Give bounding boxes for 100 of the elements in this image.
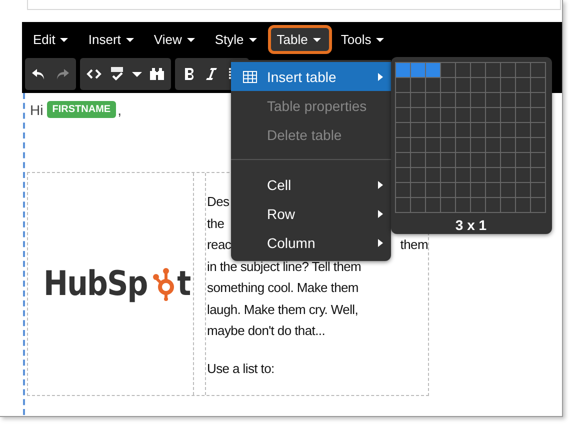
grid-cell[interactable] xyxy=(531,168,545,182)
grid-cell[interactable] xyxy=(441,183,455,197)
menu-item[interactable]: View xyxy=(144,25,206,54)
grid-cell[interactable] xyxy=(501,183,515,197)
grid-cell[interactable] xyxy=(486,138,500,152)
grid-cell[interactable] xyxy=(396,108,410,122)
grid-cell[interactable] xyxy=(411,93,425,107)
grid-cell[interactable] xyxy=(456,108,470,122)
grid-cell[interactable] xyxy=(516,153,530,167)
grid-cell[interactable] xyxy=(471,168,485,182)
grid-cell[interactable] xyxy=(426,153,440,167)
grid-cell[interactable] xyxy=(426,108,440,122)
grid-cell[interactable] xyxy=(396,198,410,212)
grid-cell[interactable] xyxy=(441,138,455,152)
grid-cell[interactable] xyxy=(516,63,530,77)
grid-cell[interactable] xyxy=(471,183,485,197)
grid-cell[interactable] xyxy=(456,153,470,167)
grid-cell[interactable] xyxy=(441,153,455,167)
grid-cell[interactable] xyxy=(531,63,545,77)
grid-cell[interactable] xyxy=(516,168,530,182)
grid-cell[interactable] xyxy=(531,198,545,212)
grid-cell[interactable] xyxy=(411,108,425,122)
grid-cell[interactable] xyxy=(456,63,470,77)
grid-cell[interactable] xyxy=(396,138,410,152)
italic-icon[interactable] xyxy=(204,66,220,82)
grid-cell[interactable] xyxy=(531,123,545,137)
grid-cell[interactable] xyxy=(531,183,545,197)
grid-cell[interactable] xyxy=(471,78,485,92)
grid-cell[interactable] xyxy=(501,63,515,77)
grid-cell[interactable] xyxy=(396,93,410,107)
grid-cell[interactable] xyxy=(486,153,500,167)
grid-cell[interactable] xyxy=(501,108,515,122)
grid-cell[interactable] xyxy=(411,138,425,152)
menu-item[interactable]: Style xyxy=(206,25,268,54)
grid-cell[interactable] xyxy=(456,78,470,92)
grid-cell[interactable] xyxy=(516,198,530,212)
grid-cell[interactable] xyxy=(501,123,515,137)
grid-cell[interactable] xyxy=(516,108,530,122)
grid-cell[interactable] xyxy=(441,168,455,182)
grid-cell[interactable] xyxy=(486,63,500,77)
grid-cell[interactable] xyxy=(411,63,425,77)
grid-cell[interactable] xyxy=(396,183,410,197)
spellcheck-icon[interactable] xyxy=(109,66,125,82)
grid-cell[interactable] xyxy=(411,123,425,137)
grid-cell[interactable] xyxy=(471,153,485,167)
grid-cell[interactable] xyxy=(486,108,500,122)
grid-cell[interactable] xyxy=(456,93,470,107)
grid-cell[interactable] xyxy=(501,93,515,107)
menu-item[interactable]: Insert table xyxy=(231,62,391,91)
menu-item[interactable]: Tools xyxy=(332,25,396,54)
grid-cell[interactable] xyxy=(501,153,515,167)
grid-cell[interactable] xyxy=(396,78,410,92)
grid-cell[interactable] xyxy=(501,168,515,182)
grid-cell[interactable] xyxy=(441,93,455,107)
grid-cell[interactable] xyxy=(501,78,515,92)
undo-icon[interactable] xyxy=(31,66,47,82)
grid-cell[interactable] xyxy=(516,93,530,107)
menu-item[interactable]: Insert xyxy=(79,25,145,54)
grid-cell[interactable] xyxy=(411,183,425,197)
grid-cell[interactable] xyxy=(471,138,485,152)
grid-cell[interactable] xyxy=(441,123,455,137)
grid-cell[interactable] xyxy=(516,138,530,152)
grid-cell[interactable] xyxy=(411,198,425,212)
grid-cell[interactable] xyxy=(456,198,470,212)
grid-cell[interactable] xyxy=(531,78,545,92)
grid-cell[interactable] xyxy=(396,168,410,182)
grid-cell[interactable] xyxy=(396,123,410,137)
grid-cell[interactable] xyxy=(486,198,500,212)
grid-cell[interactable] xyxy=(411,168,425,182)
grid-cell[interactable] xyxy=(471,93,485,107)
grid-cell[interactable] xyxy=(456,123,470,137)
grid-cell[interactable] xyxy=(411,78,425,92)
grid-cell[interactable] xyxy=(426,183,440,197)
grid-cell[interactable] xyxy=(486,93,500,107)
grid-cell[interactable] xyxy=(471,198,485,212)
grid-cell[interactable] xyxy=(441,198,455,212)
grid-cell[interactable] xyxy=(396,153,410,167)
grid-cell[interactable] xyxy=(441,108,455,122)
grid-cell[interactable] xyxy=(516,183,530,197)
menu-item[interactable]: Table xyxy=(268,25,332,54)
grid-cell[interactable] xyxy=(426,138,440,152)
grid-cell[interactable] xyxy=(471,108,485,122)
grid-cell[interactable] xyxy=(456,183,470,197)
binoculars-icon[interactable] xyxy=(149,66,165,82)
grid-cell[interactable] xyxy=(486,183,500,197)
grid-cell[interactable] xyxy=(516,123,530,137)
grid-cell[interactable] xyxy=(456,168,470,182)
menu-item[interactable]: Row xyxy=(231,199,391,228)
menu-item[interactable]: Cell xyxy=(231,170,391,199)
grid-cell[interactable] xyxy=(531,153,545,167)
grid-cell[interactable] xyxy=(531,138,545,152)
grid-cell[interactable] xyxy=(531,108,545,122)
grid-cell[interactable] xyxy=(426,198,440,212)
grid-cell[interactable] xyxy=(501,138,515,152)
grid-cell[interactable] xyxy=(471,63,485,77)
grid-cell[interactable] xyxy=(411,153,425,167)
grid-cell[interactable] xyxy=(426,63,440,77)
grid-cell[interactable] xyxy=(471,123,485,137)
grid-cell[interactable] xyxy=(426,93,440,107)
menu-item[interactable]: Edit xyxy=(24,25,80,54)
